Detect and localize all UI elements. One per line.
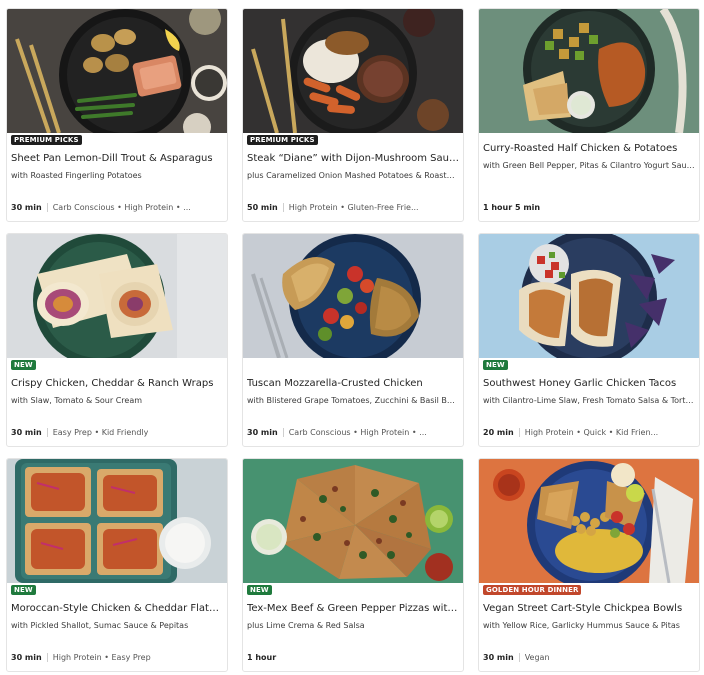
recipe-time: 50 min	[247, 203, 278, 212]
recipe-card[interactable]: PREMIUM PICKS Sheet Pan Lemon-Dill Trout…	[6, 8, 228, 222]
recipe-tags: Easy Prep • Kid Friendly	[52, 428, 149, 437]
recipe-time: 1 hour 5 min	[483, 203, 541, 212]
recipe-subtitle: with Roasted Fingerling Potatoes	[11, 171, 142, 180]
recipe-title[interactable]: Vegan Street Cart-Style Chickpea Bowls	[483, 602, 695, 615]
recipe-tags: Carb Conscious • High Protein • ...	[288, 428, 427, 437]
recipe-time: 30 min	[483, 653, 514, 662]
recipe-badge: NEW	[11, 360, 36, 370]
recipe-title[interactable]: Southwest Honey Garlic Chicken Tacos	[483, 377, 695, 390]
recipe-subtitle: with Blistered Grape Tomatoes, Zucchini …	[247, 396, 459, 405]
recipe-time: 30 min	[11, 428, 42, 437]
recipe-card[interactable]: NEW Crispy Chicken, Cheddar & Ranch Wrap…	[6, 233, 228, 447]
recipe-badge: PREMIUM PICKS	[11, 135, 82, 145]
meta-divider	[46, 653, 48, 662]
recipe-photo[interactable]	[479, 9, 699, 133]
recipe-subtitle: with Slaw, Tomato & Sour Cream	[11, 396, 143, 405]
recipe-title[interactable]: Steak “Diane” with Dijon-Mushroom Sauce	[247, 152, 459, 165]
recipe-tags: Carb Conscious • High Protein • ...	[52, 203, 191, 212]
recipe-card[interactable]: GOLDEN HOUR DINNER Vegan Street Cart-Sty…	[478, 458, 700, 672]
meta-divider	[46, 428, 48, 437]
recipe-meta: 1 hour 5 min	[483, 202, 695, 213]
recipe-meta: 50 min High Protein • Gluten-Free Frie..…	[247, 202, 459, 213]
recipe-title[interactable]: Crispy Chicken, Cheddar & Ranch Wraps	[11, 377, 223, 390]
recipe-badge: NEW	[483, 360, 508, 370]
recipe-tags: High Protein • Easy Prep	[52, 653, 151, 662]
recipe-card[interactable]: PREMIUM PICKS Steak “Diane” with Dijon-M…	[242, 8, 464, 222]
recipe-meta: 1 hour	[247, 652, 459, 663]
recipe-photo[interactable]	[479, 234, 699, 358]
recipe-meta: 30 min Vegan	[483, 652, 695, 663]
recipe-subtitle: with Green Bell Pepper, Pitas & Cilantro…	[483, 161, 695, 170]
meta-divider	[518, 428, 520, 437]
recipe-photo[interactable]	[243, 234, 463, 358]
recipe-card[interactable]: NEW Moroccan-Style Chicken & Cheddar Fla…	[6, 458, 228, 672]
recipe-card[interactable]: NEW Tex-Mex Beef & Green Pepper Pizzas w…	[242, 458, 464, 672]
recipe-meta: 30 min Carb Conscious • High Protein • .…	[11, 202, 223, 213]
recipe-time: 30 min	[247, 428, 278, 437]
recipe-card[interactable]: NEW Southwest Honey Garlic Chicken Tacos…	[478, 233, 700, 447]
recipe-meta: 30 min Carb Conscious • High Protein • .…	[247, 427, 459, 438]
recipe-tags: High Protein • Quick • Kid Frien...	[524, 428, 659, 437]
recipe-title[interactable]: Curry-Roasted Half Chicken & Potatoes	[483, 142, 695, 155]
recipe-meta: 30 min Easy Prep • Kid Friendly	[11, 427, 223, 438]
recipe-subtitle: plus Lime Crema & Red Salsa	[247, 621, 365, 630]
recipe-photo[interactable]	[479, 459, 699, 583]
recipe-badge: NEW	[247, 585, 272, 595]
recipe-subtitle: with Yellow Rice, Garlicky Hummus Sauce …	[483, 621, 680, 630]
recipe-subtitle: with Cilantro-Lime Slaw, Fresh Tomato Sa…	[483, 396, 695, 405]
meta-divider	[518, 653, 520, 662]
recipe-title[interactable]: Tuscan Mozzarella-Crusted Chicken	[247, 377, 459, 390]
recipe-photo[interactable]	[7, 234, 227, 358]
recipe-meta: 20 min High Protein • Quick • Kid Frien.…	[483, 427, 695, 438]
recipe-tags: Vegan	[524, 653, 550, 662]
recipe-photo[interactable]	[243, 459, 463, 583]
recipe-badge: NEW	[11, 585, 36, 595]
recipe-card[interactable]: Curry-Roasted Half Chicken & Potatoes wi…	[478, 8, 700, 222]
meta-divider	[46, 203, 48, 212]
recipe-grid: PREMIUM PICKS Sheet Pan Lemon-Dill Trout…	[0, 0, 704, 675]
meta-divider	[282, 428, 284, 437]
recipe-title[interactable]: Moroccan-Style Chicken & Cheddar Flatbre…	[11, 602, 223, 615]
recipe-card[interactable]: Tuscan Mozzarella-Crusted Chicken with B…	[242, 233, 464, 447]
recipe-time: 1 hour	[247, 653, 277, 662]
recipe-title[interactable]: Tex-Mex Beef & Green Pepper Pizzas with …	[247, 602, 459, 615]
recipe-subtitle: with Pickled Shallot, Sumac Sauce & Pepi…	[11, 621, 189, 630]
recipe-tags: High Protein • Gluten-Free Frie...	[288, 203, 419, 212]
recipe-title[interactable]: Sheet Pan Lemon-Dill Trout & Asparagus	[11, 152, 223, 165]
recipe-badge: GOLDEN HOUR DINNER	[483, 585, 582, 595]
recipe-photo[interactable]	[7, 9, 227, 133]
recipe-time: 20 min	[483, 428, 514, 437]
recipe-photo[interactable]	[243, 9, 463, 133]
recipe-time: 30 min	[11, 653, 42, 662]
recipe-time: 30 min	[11, 203, 42, 212]
recipe-photo[interactable]	[7, 459, 227, 583]
recipe-meta: 30 min High Protein • Easy Prep	[11, 652, 223, 663]
recipe-badge: PREMIUM PICKS	[247, 135, 318, 145]
recipe-subtitle: plus Caramelized Onion Mashed Potatoes &…	[247, 171, 459, 180]
meta-divider	[282, 203, 284, 212]
